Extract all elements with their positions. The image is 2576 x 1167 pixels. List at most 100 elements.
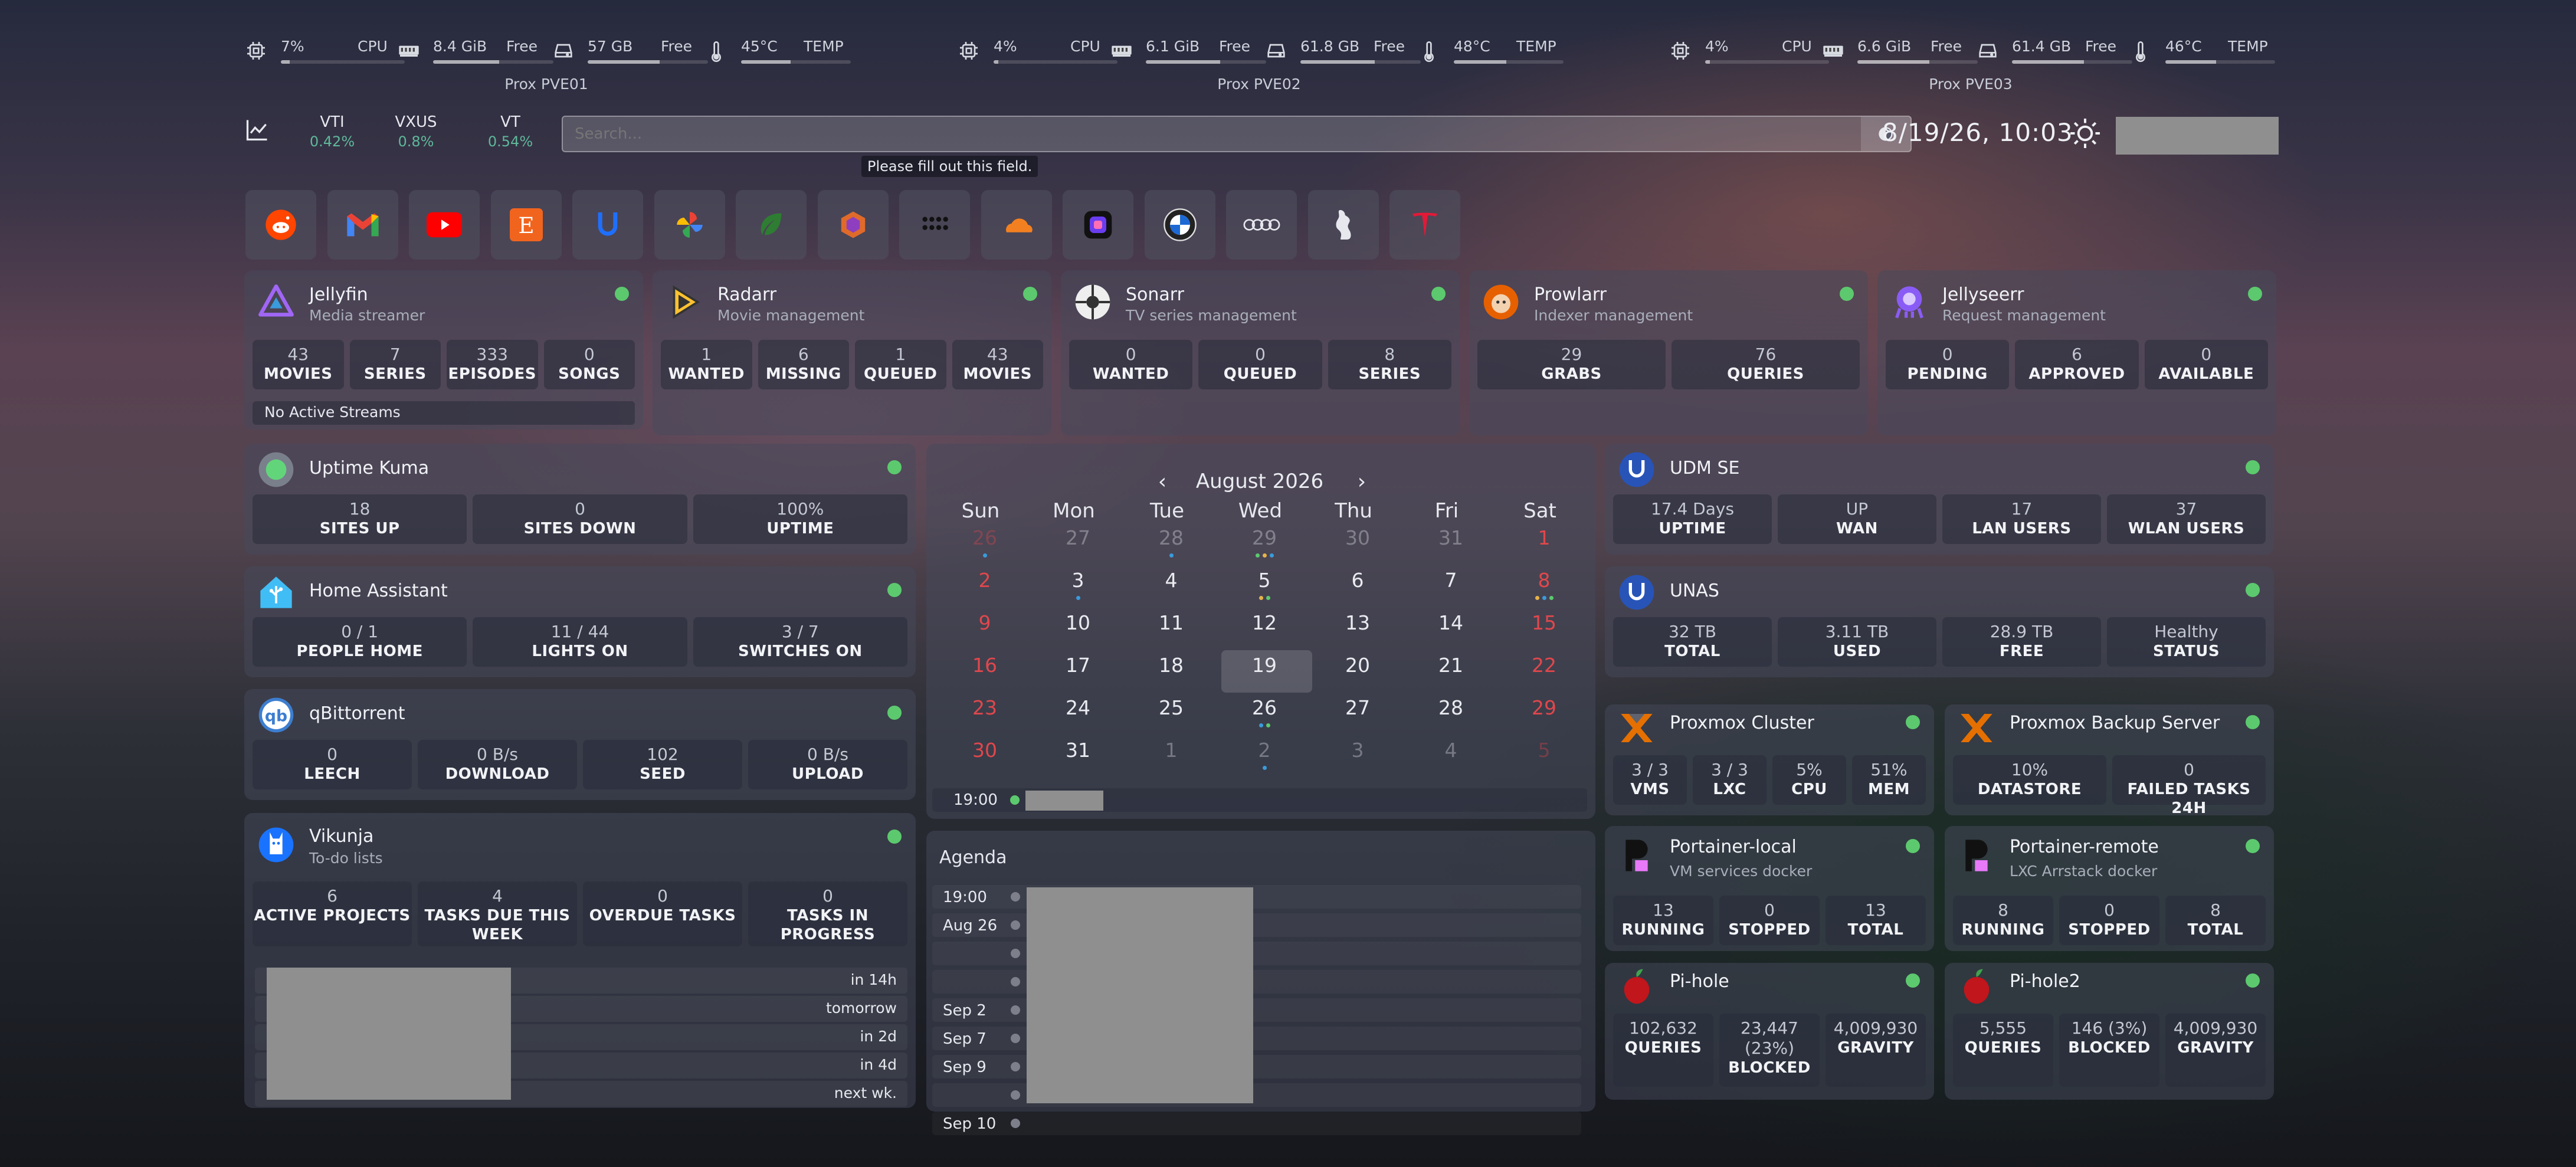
calendar-event-dots	[1235, 596, 1294, 600]
calendar-day[interactable]: 1	[1515, 526, 1574, 549]
radarr-title: Radarr	[717, 284, 777, 305]
agenda-dot	[1011, 1062, 1020, 1071]
resource-cpu: 4% CPU	[957, 35, 1117, 71]
agenda-date: Aug 26	[943, 917, 998, 935]
bookmark-audi[interactable]	[1226, 190, 1297, 260]
bookmark-polygon[interactable]	[817, 190, 889, 260]
stat-label: SITES DOWN	[523, 520, 637, 537]
calendar-day[interactable]: 31	[1421, 526, 1480, 549]
calendar-day[interactable]: 13	[1328, 611, 1387, 634]
bookmark-etsy[interactable]: E	[490, 190, 562, 260]
calendar-day[interactable]: 7	[1421, 569, 1480, 592]
uptime-kuma-title: Uptime Kuma	[309, 458, 430, 478]
calendar-day[interactable]: 26	[955, 526, 1014, 549]
calendar-day[interactable]: 9	[955, 611, 1014, 634]
search-input[interactable]	[575, 123, 1814, 145]
calendar-day[interactable]: 3	[1048, 569, 1107, 592]
calendar-day[interactable]: 29	[1235, 526, 1294, 549]
calendar-day[interactable]: 24	[1048, 696, 1107, 719]
calendar-day[interactable]: 8	[1515, 569, 1574, 592]
stock-ticker[interactable]: VTI 0.42%	[300, 113, 365, 150]
resource-disk-value: 61.4 GB	[2012, 38, 2072, 55]
calendar-day[interactable]: 12	[1235, 611, 1294, 634]
calendar-prev-button[interactable]: ‹	[1151, 470, 1174, 494]
bookmark-reddit[interactable]	[245, 190, 316, 260]
bookmark-gmail[interactable]	[327, 190, 398, 260]
stat-label: RUNNING	[1961, 921, 2045, 939]
calendar-day[interactable]: 5	[1235, 569, 1294, 592]
tesla-icon	[1408, 208, 1441, 241]
calendar-day[interactable]: 10	[1048, 611, 1107, 634]
search-box[interactable]	[562, 116, 1912, 152]
stock-ticker[interactable]: VT 0.54%	[478, 113, 543, 150]
jellyfin-stat-movies: 43 MOVIES	[253, 340, 344, 389]
unas-icon	[1618, 573, 1656, 611]
calendar-day[interactable]: 16	[955, 654, 1014, 677]
pi-hole2-stat-queries: 5,555 QUERIES	[1953, 1014, 2053, 1087]
stat-label: OVERDUE TASKS	[589, 907, 736, 925]
home-assistant-stat-people-home: 0 / 1 PEOPLE HOME	[253, 617, 467, 667]
portainer-local-description: VM services docker	[1670, 863, 1813, 880]
calendar-day[interactable]: 30	[955, 739, 1014, 762]
bookmark-app-square[interactable]	[1063, 190, 1133, 260]
sonarr-title: Sonarr	[1126, 284, 1184, 305]
stat-value: 8	[1998, 900, 2008, 920]
calendar-day[interactable]: 4	[1421, 739, 1480, 762]
calendar-day[interactable]: 3	[1328, 739, 1387, 762]
calendar-day[interactable]: 2	[955, 569, 1014, 592]
resource-temp: 46°C TEMP	[2129, 35, 2276, 71]
calendar-day[interactable]: 18	[1142, 654, 1201, 677]
resource-cpu-bar	[994, 60, 1117, 64]
calendar-day[interactable]: 31	[1048, 739, 1107, 762]
stat-label: WANTED	[1092, 365, 1169, 383]
bookmark-tesla[interactable]	[1389, 190, 1460, 260]
calendar-day[interactable]: 11	[1142, 611, 1201, 634]
stat-label: SITES UP	[319, 520, 400, 537]
calendar-next-button[interactable]: ›	[1350, 470, 1374, 494]
calendar-day[interactable]: 4	[1142, 569, 1201, 592]
stock-ticker[interactable]: VXUS 0.8%	[384, 113, 448, 150]
portainer-local-stats: 13 RUNNING 0 STOPPED 13 TOTAL	[1613, 896, 1926, 945]
agenda-row[interactable]	[932, 1112, 1581, 1135]
calendar-month: August 2026	[1195, 470, 1324, 493]
calendar-day[interactable]: 5	[1515, 739, 1574, 762]
calendar-day[interactable]: 27	[1328, 696, 1387, 719]
jellyfin-icon	[257, 283, 295, 321]
calendar-day[interactable]: 29	[1515, 696, 1574, 719]
bookmark-photos[interactable]	[654, 190, 725, 260]
stat-label: DOWNLOAD	[445, 765, 550, 783]
bookmark-unifi[interactable]	[572, 190, 643, 260]
calendar-day[interactable]: 20	[1328, 654, 1387, 677]
calendar-day[interactable]: 25	[1142, 696, 1201, 719]
calendar-day[interactable]: 15	[1515, 611, 1574, 634]
home-assistant-stat-switches-on: 3 / 7 SWITCHES ON	[693, 617, 907, 667]
stat-label: UPTIME	[766, 520, 834, 537]
bookmark-leaf[interactable]	[736, 190, 807, 260]
vikunja-icon	[257, 826, 295, 864]
stat-label: SEED	[640, 765, 686, 783]
weather-sun-icon[interactable]	[2067, 116, 2103, 153]
stat-label: STOPPED	[2068, 921, 2151, 939]
calendar-day[interactable]: 1	[1142, 739, 1201, 762]
resource-cpu-value: 4%	[994, 38, 1017, 55]
calendar-dow-thu: Thu	[1335, 499, 1372, 523]
bookmark-youtube[interactable]	[409, 190, 480, 260]
calendar-day[interactable]: 6	[1328, 569, 1387, 592]
calendar-day[interactable]: 2	[1235, 739, 1294, 762]
calendar-day[interactable]: 23	[955, 696, 1014, 719]
bookmark-cloudflare[interactable]	[981, 190, 1052, 260]
bookmark-dots-grid[interactable]	[899, 190, 970, 260]
calendar-day[interactable]: 28	[1142, 526, 1201, 549]
calendar-day[interactable]: 26	[1235, 696, 1294, 719]
stat-label: UPTIME	[1659, 520, 1726, 537]
calendar-day[interactable]: 30	[1328, 526, 1387, 549]
calendar-day[interactable]: 17	[1048, 654, 1107, 677]
calendar-day[interactable]: 14	[1421, 611, 1480, 634]
bookmark-bmw[interactable]	[1144, 190, 1215, 260]
calendar-day[interactable]: 22	[1515, 654, 1574, 677]
calendar-day[interactable]: 28	[1421, 696, 1480, 719]
calendar-day[interactable]: 21	[1421, 654, 1480, 677]
bookmark-ferrari[interactable]	[1307, 190, 1379, 260]
calendar-day[interactable]: 19	[1235, 654, 1294, 677]
calendar-day[interactable]: 27	[1048, 526, 1107, 549]
